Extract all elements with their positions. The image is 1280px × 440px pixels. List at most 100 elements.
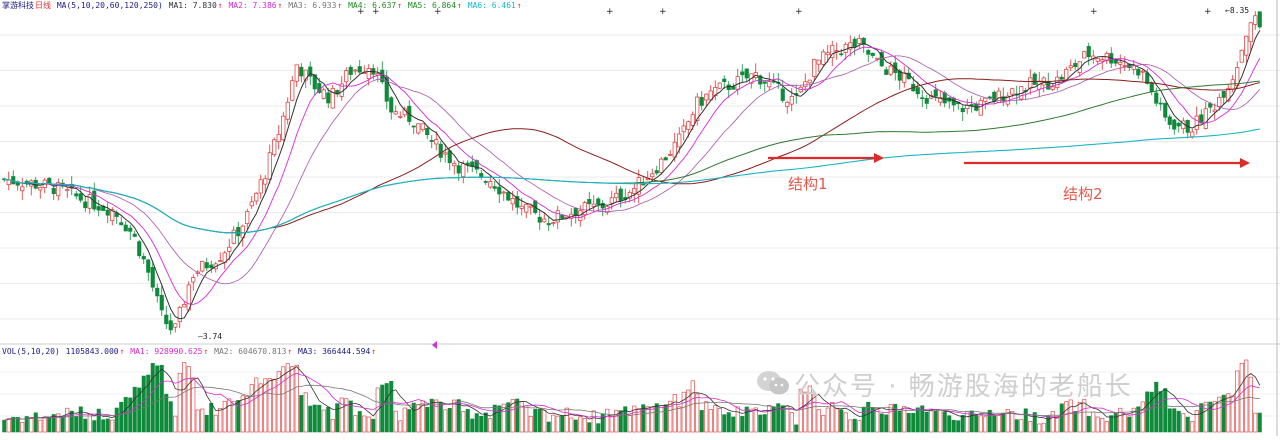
candle-body — [618, 188, 623, 202]
volume-bar — [699, 410, 704, 433]
volume-bar — [578, 416, 583, 433]
volume-bar — [1181, 413, 1186, 433]
volume-bar — [726, 412, 731, 433]
volume-bar — [110, 419, 115, 433]
volume-bar — [470, 418, 475, 433]
volume-bar — [60, 416, 65, 433]
candle-body — [762, 81, 767, 84]
candle-body — [1244, 35, 1249, 56]
volume-bar — [627, 415, 632, 433]
volume-bar — [1127, 416, 1132, 433]
candle-body — [1172, 119, 1177, 130]
candle-body — [902, 72, 907, 83]
volume-bar — [1100, 418, 1105, 433]
candle-body — [452, 163, 457, 167]
candle-body — [1158, 102, 1163, 105]
candle-body — [416, 123, 421, 134]
volume-bar — [204, 414, 209, 433]
volume-bar — [618, 410, 623, 433]
volume-bar — [281, 366, 286, 433]
candle-body — [290, 80, 295, 101]
legend-item-2: MA3: 6.933 — [288, 1, 337, 10]
candle-body — [866, 50, 871, 55]
candle-body — [461, 163, 466, 177]
volume-bar — [843, 412, 848, 433]
annotation-structure-1: 结构1 — [788, 175, 828, 193]
candle-body — [38, 186, 43, 191]
candle-body — [74, 193, 79, 197]
candle-body — [182, 304, 187, 308]
candle-body — [150, 267, 155, 288]
candle-body — [1028, 77, 1033, 89]
volume-bar — [951, 419, 956, 433]
volume-bar — [258, 383, 263, 433]
ma250-line — [4, 128, 1260, 234]
candle-body — [960, 108, 965, 113]
candle-body — [1086, 46, 1091, 58]
candle-body — [704, 93, 709, 101]
candle-body — [722, 78, 727, 82]
candle-body — [128, 227, 133, 232]
event-marker: + — [795, 7, 803, 17]
candle-body — [1010, 88, 1015, 95]
candle-body — [816, 59, 821, 65]
candle-body — [456, 165, 461, 174]
legend-arrow-3: ↑ — [397, 1, 407, 10]
volume-bar — [852, 418, 857, 433]
volume-bar — [1221, 394, 1226, 433]
volume-bar — [1244, 359, 1249, 433]
candle-body — [825, 52, 830, 56]
candle-body — [191, 277, 196, 283]
volume-bar — [780, 405, 785, 433]
volume-bar — [213, 414, 218, 433]
candle-body — [1239, 49, 1244, 63]
candle-body — [699, 97, 704, 106]
volume-bar — [569, 417, 574, 433]
volume-bar — [254, 377, 259, 433]
volume-bar — [191, 377, 196, 433]
candle-body — [272, 139, 277, 155]
candle-body — [920, 97, 925, 100]
volume-bar — [605, 408, 610, 433]
period-label: 日线 — [35, 1, 51, 10]
candle-body — [1059, 76, 1064, 80]
event-marker: + — [1204, 7, 1212, 17]
candle-body — [744, 68, 749, 79]
candle-body — [528, 205, 533, 208]
volume-bar — [839, 409, 844, 433]
candle-body — [83, 201, 88, 209]
volume-bar — [186, 366, 191, 433]
volume-bar — [762, 414, 767, 433]
volume-bar — [690, 380, 695, 433]
candle-body — [366, 68, 371, 79]
volume-bar — [1257, 412, 1262, 433]
volume-bar — [78, 406, 83, 433]
volume-bar — [1010, 411, 1015, 433]
volume-bar — [996, 415, 1001, 433]
candle-body — [614, 192, 619, 199]
candle-body — [141, 256, 146, 260]
volume-bar — [236, 400, 241, 433]
volume-bar — [276, 371, 281, 433]
volume-bar — [1212, 401, 1217, 433]
candle-body — [978, 100, 983, 116]
ma20-line — [4, 55, 1261, 285]
volume-bar — [1104, 421, 1109, 433]
volume-bar — [749, 408, 754, 433]
candle-body — [551, 222, 556, 224]
volume-bar — [357, 411, 362, 433]
volume-bar — [650, 406, 655, 433]
candle-body — [1073, 63, 1078, 67]
volume-bar — [69, 410, 74, 433]
volume-bar — [555, 415, 560, 433]
candle-body — [173, 323, 178, 328]
candle-body — [857, 37, 862, 44]
vol-items: 1105843.000↑ MA1: 928990.625↑ MA2: 60467… — [66, 347, 377, 356]
volume-bar — [915, 407, 920, 433]
volume-bar — [312, 404, 317, 433]
chart-root: + + + + + + + + 掌游科技日线 MA(5,10,20,60,120,250) M… — [0, 0, 1280, 436]
candle-body — [294, 64, 299, 82]
volume-bar — [1077, 401, 1082, 433]
volume-bar — [515, 398, 520, 433]
candle-body — [1095, 57, 1100, 62]
